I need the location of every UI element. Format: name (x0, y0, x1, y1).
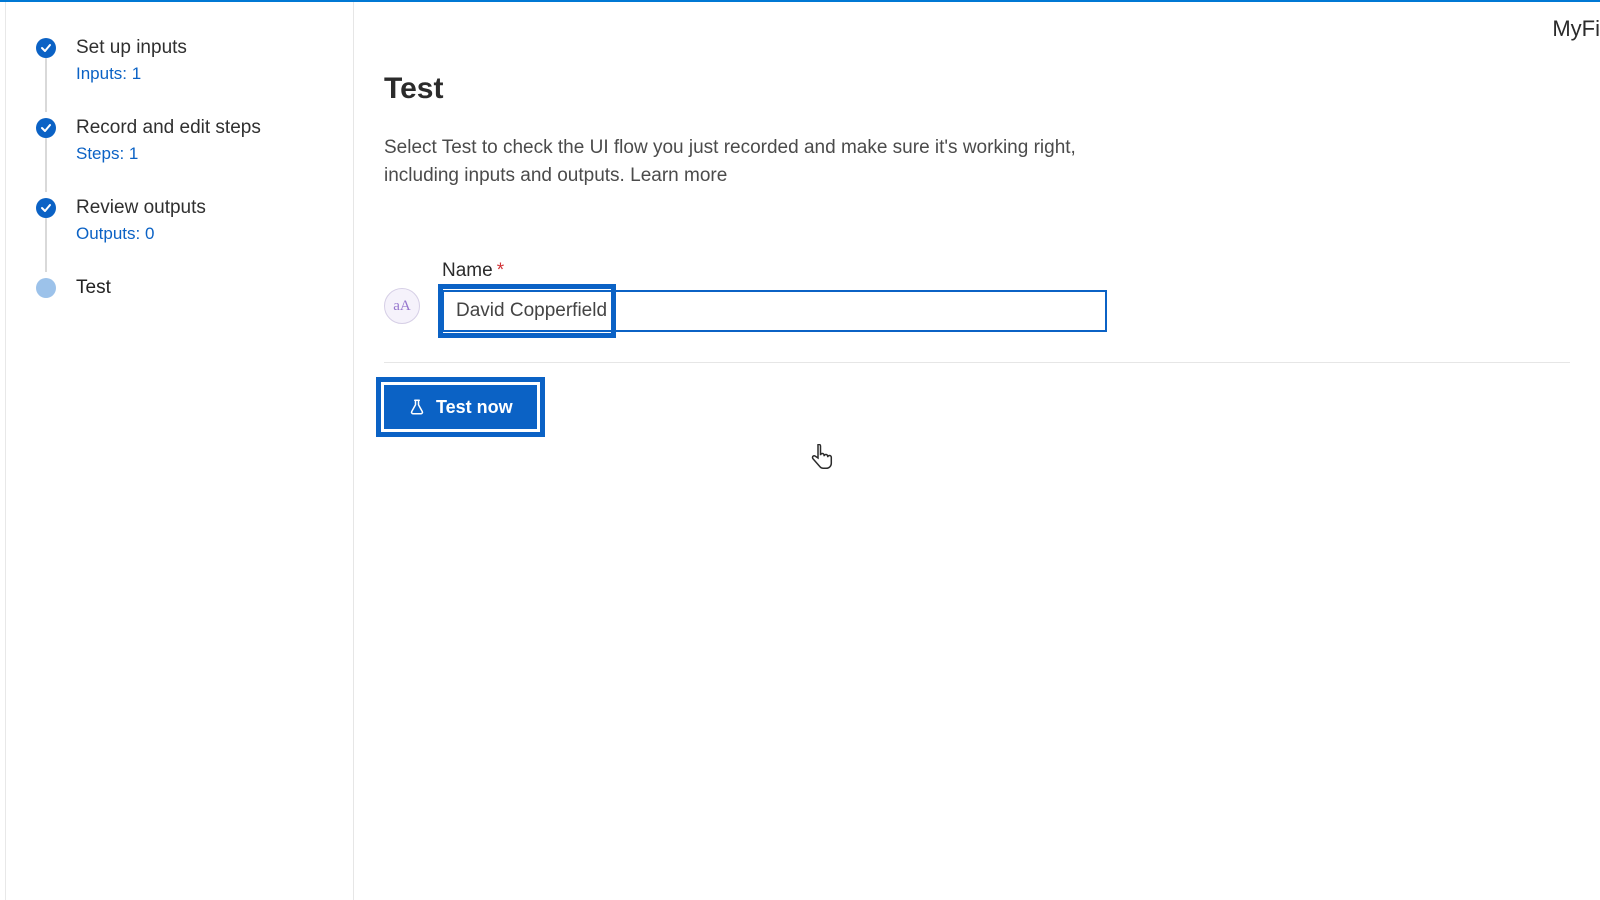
page-description: Select Test to check the UI flow you jus… (384, 134, 1144, 190)
step-record-edit[interactable]: Record and edit steps Steps: 1 (36, 116, 353, 164)
field-label-text: Name (442, 260, 493, 281)
test-now-label: Test now (436, 397, 513, 418)
field-label: Name* (442, 260, 1107, 282)
actions-area: Test now (384, 385, 537, 429)
description-text: Select Test to check the UI flow you jus… (384, 137, 1076, 186)
check-icon (36, 118, 56, 138)
step-connector (45, 218, 47, 272)
wizard-steps-sidebar: Set up inputs Inputs: 1 Record and edit … (6, 2, 354, 900)
learn-more-link[interactable]: Learn more (630, 165, 727, 186)
page-title: Test (384, 72, 1570, 106)
name-input[interactable] (444, 292, 1105, 330)
step-title: Test (76, 276, 353, 300)
step-connector (45, 138, 47, 192)
input-field-row: aA Name* (384, 260, 1570, 332)
step-title: Review outputs (76, 196, 353, 220)
step-title: Record and edit steps (76, 116, 353, 140)
test-now-button[interactable]: Test now (384, 385, 537, 429)
section-divider (384, 362, 1570, 363)
check-icon (36, 198, 56, 218)
pointer-cursor-icon (809, 444, 835, 479)
step-subtitle: Inputs: 1 (76, 64, 353, 84)
page-brand: MyFi (1552, 16, 1600, 42)
step-review-outputs[interactable]: Review outputs Outputs: 0 (36, 196, 353, 244)
current-step-icon (36, 278, 56, 298)
required-mark: * (497, 260, 504, 281)
step-subtitle: Steps: 1 (76, 144, 353, 164)
step-setup-inputs[interactable]: Set up inputs Inputs: 1 (36, 36, 353, 84)
step-subtitle: Outputs: 0 (76, 224, 353, 244)
step-test[interactable]: Test (36, 276, 353, 300)
name-input-wrap (442, 290, 1107, 332)
main-panel: MyFi Test Select Test to check the UI fl… (354, 2, 1600, 900)
step-title: Set up inputs (76, 36, 353, 60)
check-icon (36, 38, 56, 58)
flask-icon (408, 398, 426, 416)
step-connector (45, 58, 47, 112)
text-type-icon: aA (384, 288, 420, 324)
